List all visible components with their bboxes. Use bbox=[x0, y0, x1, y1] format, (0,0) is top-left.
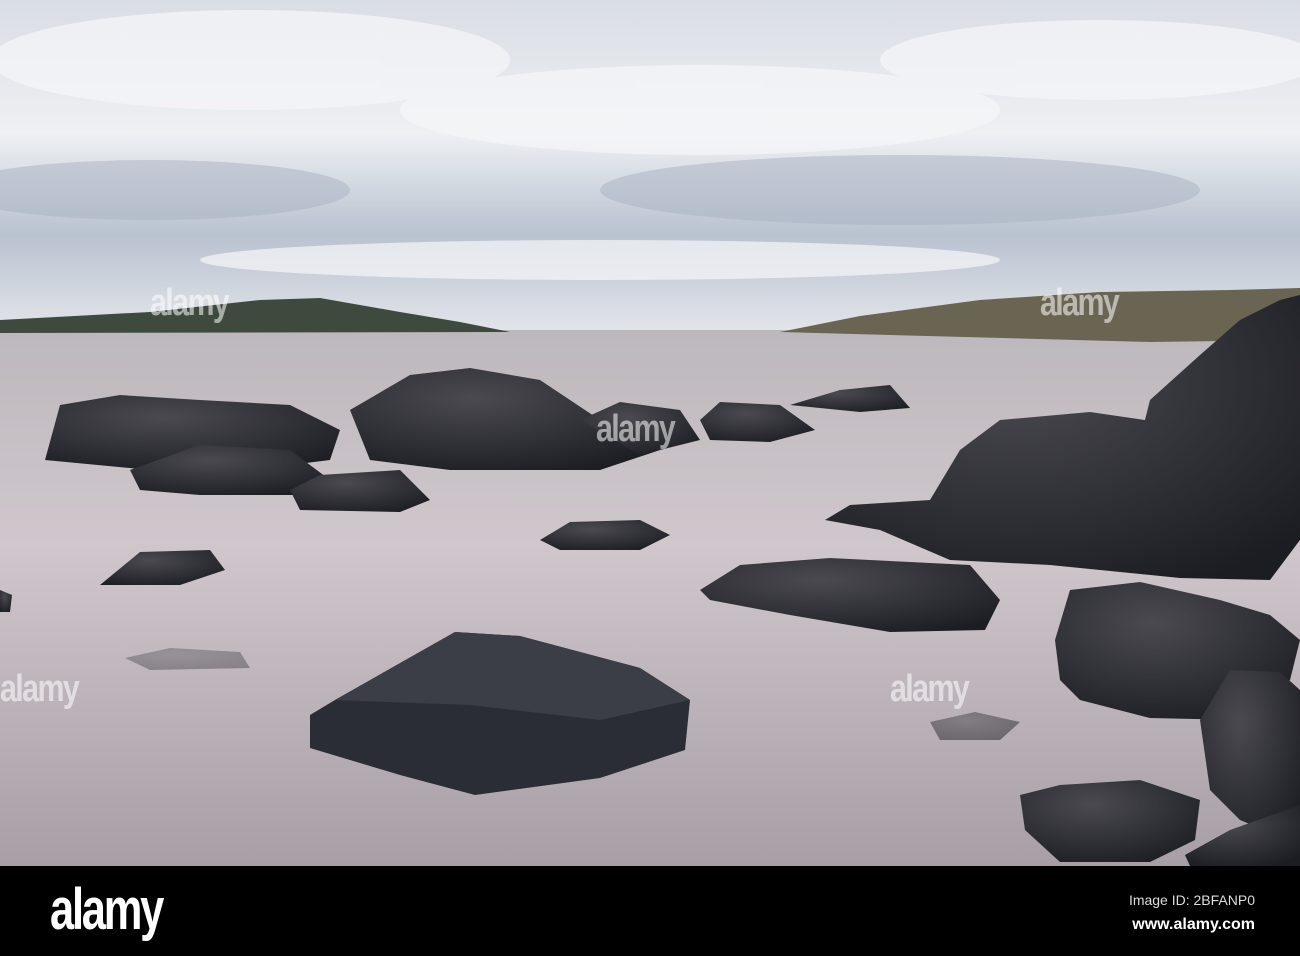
alamy-logo: alamy bbox=[50, 877, 164, 942]
watermark: alamy bbox=[150, 282, 230, 324]
website-link[interactable]: www.alamy.com bbox=[1132, 916, 1255, 934]
image-id: Image ID: 2BFANP0 bbox=[1128, 892, 1255, 908]
watermark: alamy bbox=[0, 668, 80, 710]
watermark: alamy bbox=[1040, 282, 1120, 324]
watermark: alamy bbox=[596, 408, 676, 450]
footer-bar: alamy Image ID: 2BFANP0 www.alamy.com bbox=[0, 866, 1300, 956]
watermark: alamy bbox=[890, 668, 970, 710]
stock-photo: alamy alamy alamy alamy alamy alamy Imag… bbox=[0, 0, 1300, 956]
